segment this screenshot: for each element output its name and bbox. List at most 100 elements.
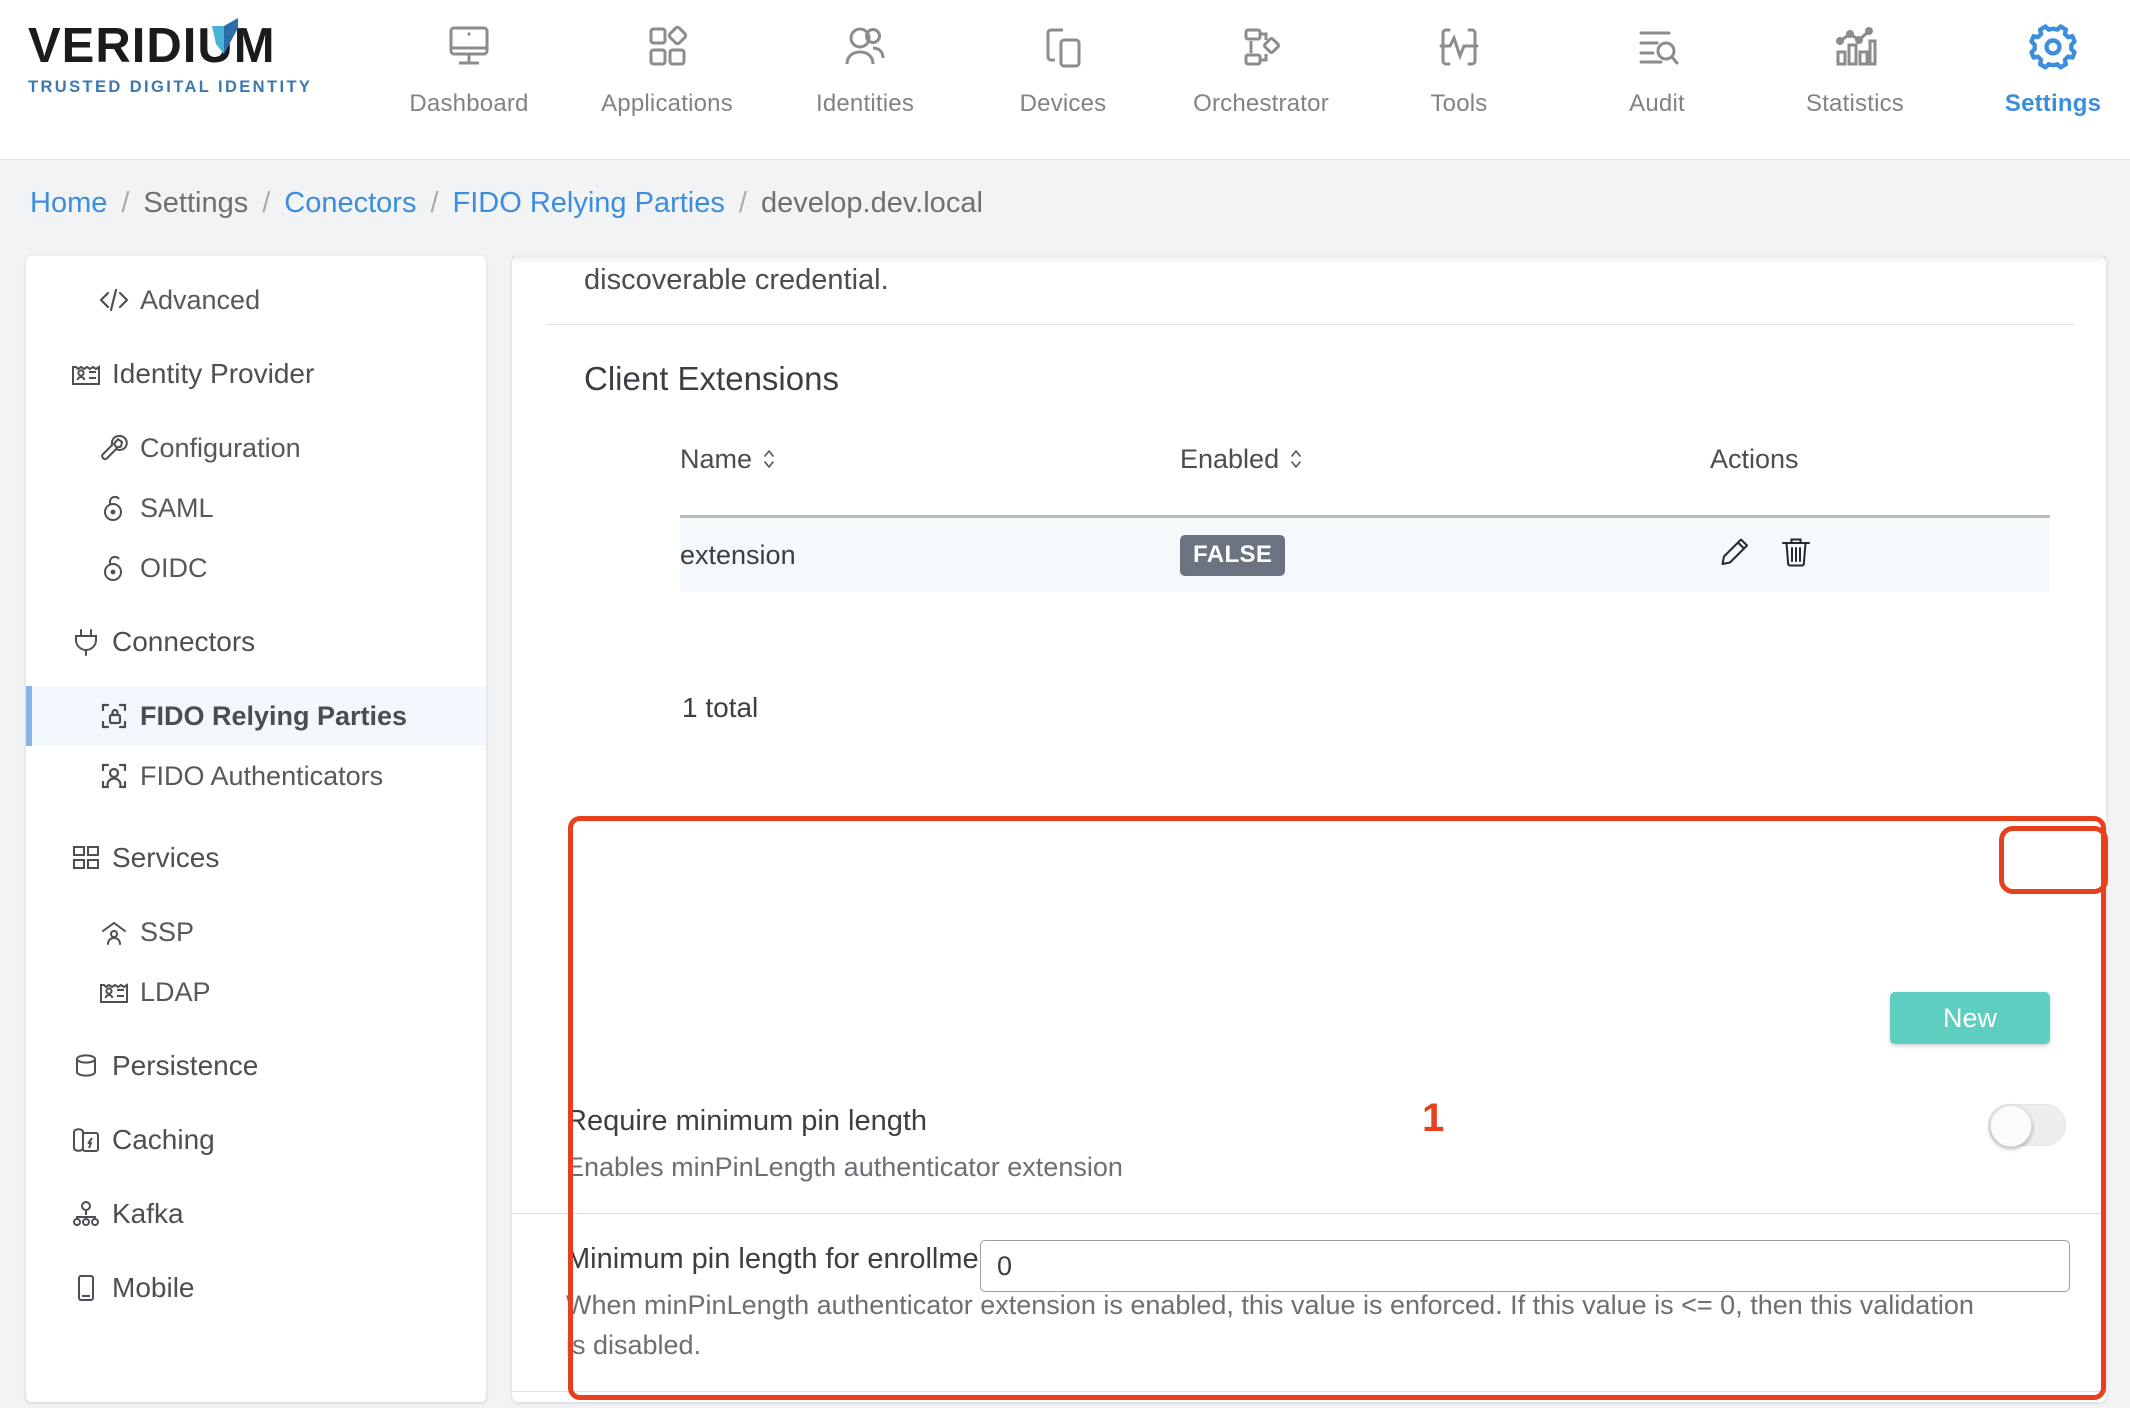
breadcrumb-item-home[interactable]: Home [30, 187, 107, 220]
breadcrumb-item-settings: Settings [143, 186, 249, 219]
breadcrumb-item-current: develop.dev.local [760, 186, 983, 219]
breadcrumb-separator: / [262, 186, 271, 219]
id-card-icon [60, 359, 112, 389]
settings-sidebar: Advanced Identity Provider Configuration [26, 256, 486, 1402]
require-minimum-pin-length-toggle[interactable] [1988, 1104, 2066, 1147]
sidebar-item-fido-relying-parties[interactable]: FIDO Relying Parties [26, 686, 486, 746]
sidebar-item-label: Services [112, 842, 220, 873]
setting-row-require-minimum-pin-length: Require minimum pin length Enables minPi… [512, 1076, 2106, 1213]
user-shield-icon [88, 917, 140, 947]
cache-icon [60, 1125, 112, 1155]
nav-item-audit[interactable]: Audit [1558, 16, 1756, 118]
grid-icon [60, 843, 112, 873]
code-icon [88, 285, 140, 315]
nav-label: Identities [815, 90, 915, 117]
nav-label: Dashboard [409, 90, 529, 117]
database-icon [60, 1051, 112, 1081]
setting-row-minimum-pin-length-authentication: Minimum pin length for authentication* W… [512, 1390, 2106, 1402]
client-extensions-heading: Client Extensions [584, 360, 839, 397]
face-scan-icon [88, 761, 140, 791]
sidebar-item-label: Configuration [140, 432, 301, 463]
column-header-label: Name [680, 443, 753, 474]
top-navigation-bar: VERIDIUM TRUSTED DIGITAL IDENTITY Dashbo… [0, 0, 2130, 160]
lock-round-icon [88, 493, 140, 523]
edit-icon[interactable] [1718, 535, 1752, 576]
sidebar-item-ssp[interactable]: SSP [26, 902, 486, 962]
column-header-label: Actions [1710, 443, 1799, 474]
logo-checkmark-icon [212, 18, 238, 54]
nav-item-list: Dashboard Applications Identities Device… [370, 16, 2130, 118]
setting-row-minimum-pin-length-enrollment: Minimum pin length for enrollment* When … [512, 1213, 2106, 1390]
toggle-knob [1990, 1105, 2032, 1147]
sidebar-item-kafka[interactable]: Kafka [26, 1184, 486, 1244]
nav-item-statistics[interactable]: Statistics [1756, 16, 1954, 118]
id-card-icon [88, 977, 140, 1007]
nav-item-settings[interactable]: Settings [1954, 16, 2130, 118]
breadcrumb-separator: / [738, 186, 747, 219]
cell-enabled: FALSE [1180, 534, 1710, 576]
minimum-pin-length-enrollment-input[interactable] [980, 1240, 2070, 1293]
client-extensions-table: Name Enabled Actions extension FALSE [680, 428, 2050, 592]
monitor-icon [443, 16, 495, 80]
sidebar-item-label: Persistence [112, 1050, 259, 1081]
apps-grid-icon [641, 16, 693, 80]
users-icon [839, 16, 891, 80]
sidebar-item-label: LDAP [140, 976, 211, 1007]
sidebar-item-services[interactable]: Services [26, 828, 486, 888]
devices-icon [1037, 16, 1089, 80]
nav-label: Statistics [1805, 90, 1905, 117]
nav-item-dashboard[interactable]: Dashboard [370, 16, 568, 118]
truncated-description-text: discoverable credential. [584, 264, 889, 296]
sidebar-item-label: Connectors [112, 626, 256, 657]
gear-icon [2025, 16, 2081, 80]
table-row[interactable]: extension FALSE [680, 518, 2050, 592]
column-header-label: Enabled [1180, 443, 1280, 474]
veridium-logo[interactable]: VERIDIUM TRUSTED DIGITAL IDENTITY [28, 18, 328, 122]
section-divider [548, 324, 2074, 325]
nav-item-applications[interactable]: Applications [568, 16, 766, 118]
breadcrumb-separator: / [121, 186, 130, 219]
delete-icon[interactable] [1780, 535, 1812, 576]
sidebar-item-identity-provider[interactable]: Identity Provider [26, 344, 486, 404]
sort-toggle-icon[interactable] [761, 446, 777, 472]
logo-wordmark: VERIDIUM [28, 19, 276, 73]
column-header-name[interactable]: Name [680, 444, 1180, 475]
sidebar-item-label: SSP [140, 916, 195, 947]
sidebar-item-fido-authenticators[interactable]: FIDO Authenticators [26, 746, 486, 806]
breadcrumb: Home / Settings / Conectors / FIDO Relyi… [0, 160, 2130, 246]
audit-search-icon [1631, 16, 1683, 80]
nav-item-orchestrator[interactable]: Orchestrator [1162, 16, 1360, 118]
nav-label: Devices [1019, 90, 1107, 117]
sidebar-item-oidc[interactable]: OIDC [26, 538, 486, 598]
setting-title: Require minimum pin length [566, 1105, 928, 1137]
plug-icon [60, 627, 112, 657]
sidebar-item-configuration[interactable]: Configuration [26, 418, 486, 478]
sidebar-item-caching[interactable]: Caching [26, 1110, 486, 1170]
sidebar-item-connectors[interactable]: Connectors [26, 612, 486, 672]
sidebar-item-ldap[interactable]: LDAP [26, 962, 486, 1022]
sidebar-item-saml[interactable]: SAML [26, 478, 486, 538]
sidebar-item-label: Kafka [112, 1198, 184, 1229]
sidebar-item-label: Mobile [112, 1272, 195, 1303]
new-button[interactable]: New [1890, 992, 2050, 1044]
breadcrumb-item-fido-relying-parties[interactable]: FIDO Relying Parties [453, 187, 725, 220]
kafka-icon [60, 1199, 112, 1229]
fido-relying-party-detail-card: discoverable credential. Client Extensio… [512, 256, 2106, 1402]
nav-label: Orchestrator [1193, 90, 1329, 117]
lock-round-icon [88, 553, 140, 583]
annotation-number-1: 1 [1422, 1096, 1445, 1140]
sidebar-item-mobile[interactable]: Mobile [26, 1258, 486, 1318]
sidebar-item-label: Caching [112, 1124, 215, 1155]
nav-item-tools[interactable]: Tools [1360, 16, 1558, 118]
sort-toggle-icon[interactable] [1288, 446, 1304, 472]
breadcrumb-item-conectors[interactable]: Conectors [284, 187, 416, 220]
nav-item-identities[interactable]: Identities [766, 16, 964, 118]
table-header-row: Name Enabled Actions [680, 428, 2050, 490]
nav-label: Audit [1629, 90, 1685, 117]
sidebar-item-advanced[interactable]: Advanced [26, 270, 486, 330]
wrench-icon [88, 433, 140, 463]
column-header-enabled[interactable]: Enabled [1180, 444, 1710, 475]
nav-item-devices[interactable]: Devices [964, 16, 1162, 118]
cell-name: extension [680, 539, 796, 570]
sidebar-item-persistence[interactable]: Persistence [26, 1036, 486, 1096]
